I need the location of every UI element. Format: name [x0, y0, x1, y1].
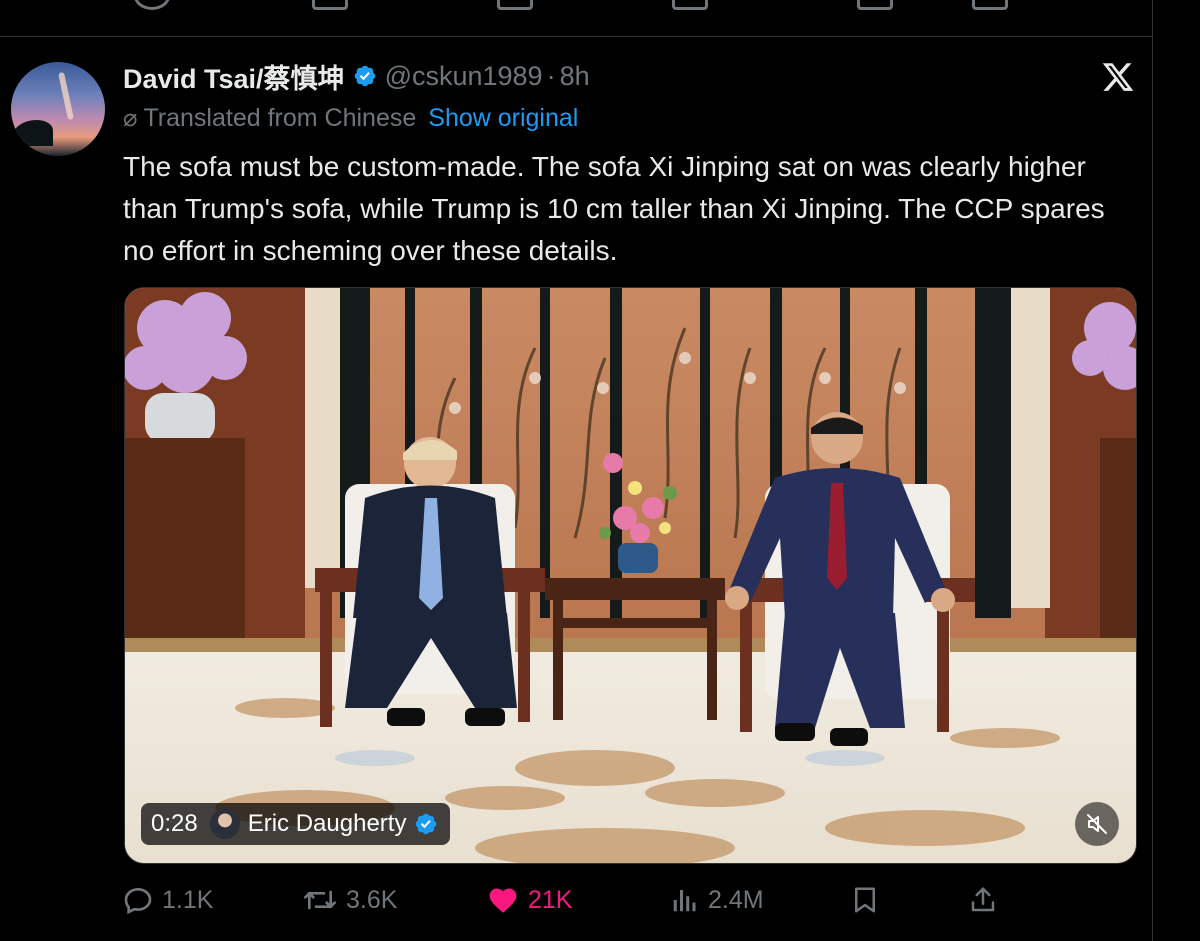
repost-count: 3.6K: [346, 885, 398, 914]
column-border: [1152, 0, 1153, 941]
verified-icon: [354, 65, 375, 87]
reply-count: 1.1K: [162, 885, 214, 914]
repost-icon: [304, 890, 336, 910]
author-avatar[interactable]: [11, 62, 105, 156]
avatar-streak: [58, 71, 74, 121]
tweet-time[interactable]: 8h: [560, 61, 590, 92]
share-icon: [971, 887, 995, 912]
divider: [0, 36, 1152, 37]
tweet-video[interactable]: [124, 287, 1137, 864]
like-count: 21K: [528, 885, 573, 914]
author-name[interactable]: David Tsai/蔡慎坤: [123, 57, 345, 96]
avatar-palm: [13, 120, 53, 146]
show-original-link[interactable]: Show original: [428, 104, 578, 133]
video-info-pill[interactable]: 0:28 Eric Daugherty: [141, 803, 451, 845]
like-icon: [489, 888, 517, 913]
views-icon: [673, 890, 696, 912]
author-handle[interactable]: @cskun1989: [385, 61, 543, 92]
previous-tweet-actions: [122, 0, 1022, 10]
mute-button[interactable]: [1075, 802, 1119, 846]
share-button[interactable]: [968, 880, 1006, 920]
translation-notice: ⌀ Translated from Chinese Show original: [123, 104, 578, 133]
credit-avatar: [209, 809, 240, 839]
tweet-header: David Tsai/蔡慎坤 @cskun1989 · 8h: [123, 58, 590, 94]
bookmark-icon: [855, 887, 875, 913]
views-button[interactable]: 2.4M: [670, 880, 764, 920]
translated-label: Translated from Chinese: [143, 104, 417, 132]
repost-button[interactable]: 3.6K: [302, 880, 397, 920]
reply-button[interactable]: 1.1K: [122, 880, 213, 920]
mute-icon: [1087, 814, 1107, 834]
bookmark-button[interactable]: [850, 880, 888, 920]
verified-icon: [416, 813, 437, 835]
tweet-text: The sofa must be custom-made. The sofa X…: [123, 151, 1105, 266]
video-timestamp: 0:28: [151, 810, 198, 837]
reply-icon: [124, 887, 152, 915]
x-logo-icon[interactable]: [1100, 60, 1136, 94]
translate-icon: ⌀: [123, 105, 138, 132]
header-separator: ·: [546, 60, 556, 91]
like-button[interactable]: 21K: [486, 880, 572, 920]
view-count: 2.4M: [708, 885, 764, 914]
tweet-actions: 1.1K 3.6K 21K 2.4M: [122, 880, 1002, 920]
video-credit-name[interactable]: Eric Daugherty: [248, 810, 407, 838]
video-frame: [125, 288, 1136, 863]
